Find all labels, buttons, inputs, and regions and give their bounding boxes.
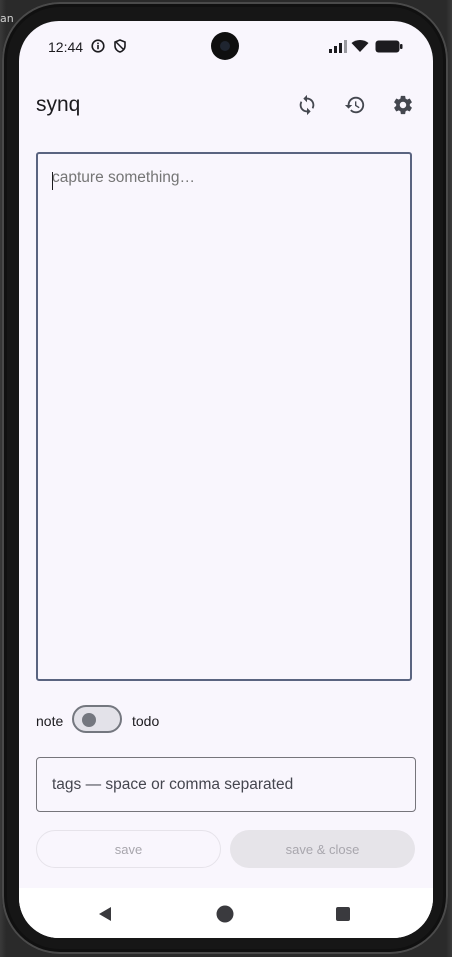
- settings-icon[interactable]: [389, 91, 417, 119]
- home-icon[interactable]: [215, 904, 235, 924]
- signal-icon: [329, 40, 347, 58]
- history-icon[interactable]: [341, 91, 369, 119]
- app-bar: synq: [19, 81, 433, 129]
- save-button[interactable]: save: [36, 830, 221, 868]
- wifi-icon: [351, 39, 369, 58]
- capture-text-area[interactable]: [36, 152, 412, 681]
- save-and-close-button[interactable]: save & close: [230, 830, 415, 868]
- note-todo-switch[interactable]: [72, 705, 122, 733]
- note-todo-toggle-row: note todo: [36, 705, 236, 737]
- tags-input[interactable]: tags — space or comma separated: [36, 757, 416, 812]
- note-label: note: [36, 713, 64, 729]
- phone-frame: 12:44 synq capture something… note todo …: [2, 2, 448, 954]
- todo-label: todo: [132, 713, 160, 729]
- tags-placeholder: tags — space or comma separated: [52, 775, 294, 793]
- switch-thumb: [82, 713, 96, 727]
- recents-icon[interactable]: [333, 904, 353, 924]
- app-title: synq: [36, 93, 81, 116]
- text-cursor: [52, 172, 53, 190]
- background-window-label: an: [0, 12, 14, 25]
- back-icon[interactable]: [96, 904, 116, 924]
- status-bar: 12:44: [19, 21, 433, 73]
- status-time: 12:44: [48, 39, 84, 55]
- sync-icon[interactable]: [293, 91, 321, 119]
- battery-icon: [375, 40, 403, 58]
- front-camera: [211, 32, 239, 60]
- navigation-bar: [19, 888, 433, 938]
- phone-screen: 12:44 synq capture something… note todo …: [19, 21, 433, 938]
- info-icon: [91, 39, 105, 58]
- shield-icon: [113, 39, 127, 58]
